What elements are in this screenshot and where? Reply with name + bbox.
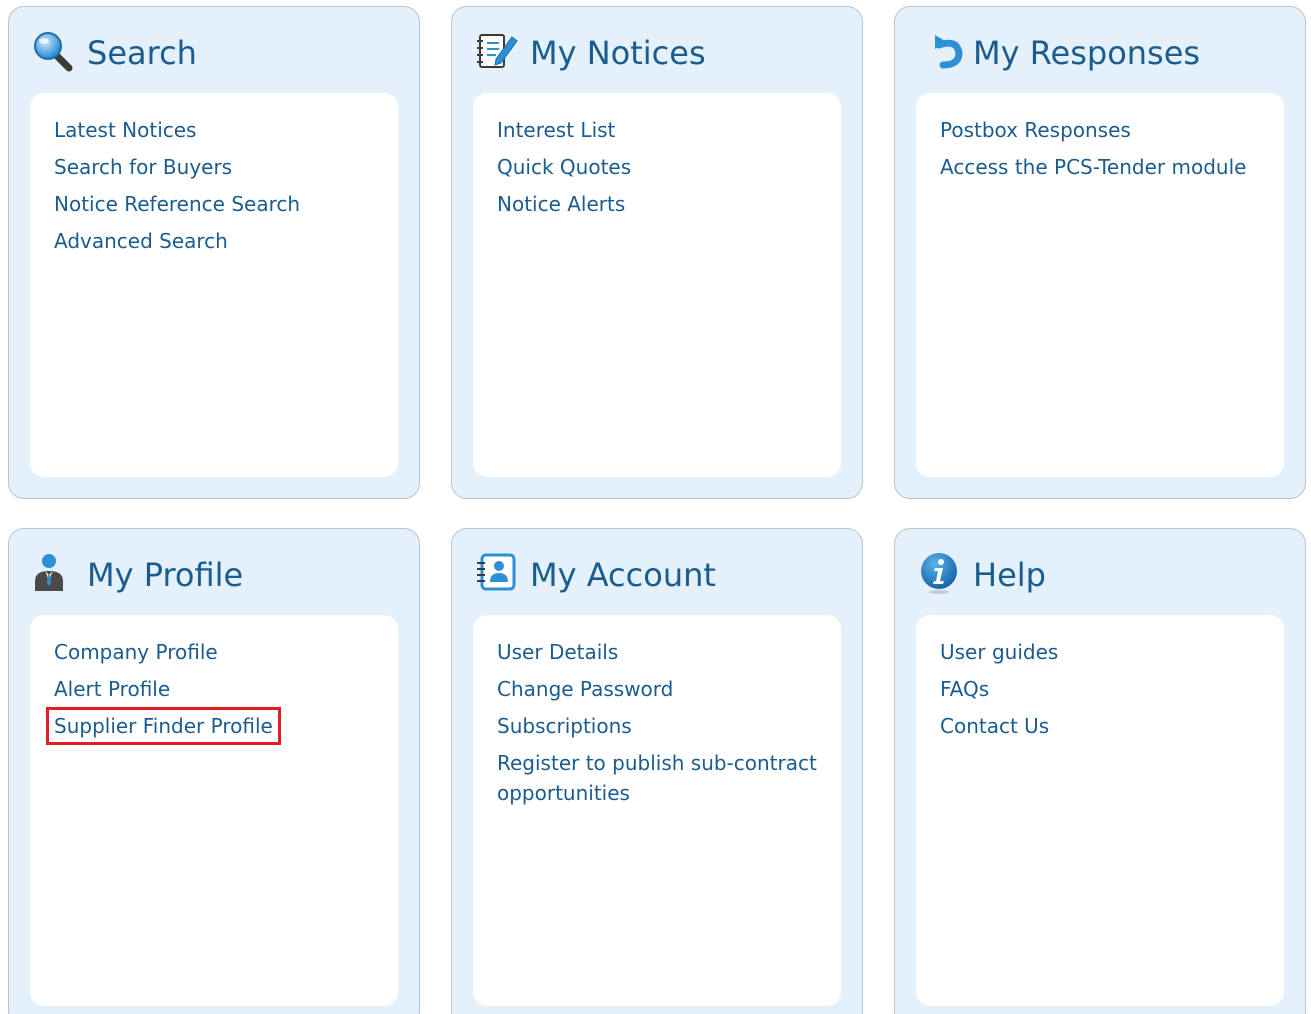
list-item: Postbox Responses [940, 115, 1260, 145]
account-panel-header: My Account [452, 529, 862, 617]
notepad-pencil-icon [474, 29, 518, 73]
profile-panel-header: My Profile [9, 529, 419, 617]
search-link-list: Latest Notices Search for Buyers Notice … [54, 115, 374, 256]
list-item: Notice Reference Search [54, 189, 374, 219]
list-item: Advanced Search [54, 226, 374, 256]
interest-list-link[interactable]: Interest List [497, 118, 615, 142]
profile-panel: My Profile Company Profile Alert Profile… [8, 528, 420, 1014]
subscriptions-link[interactable]: Subscriptions [497, 714, 632, 738]
profile-panel-title: My Profile [87, 556, 244, 594]
list-item: Supplier Finder Profile [46, 707, 374, 745]
advanced-search-link[interactable]: Advanced Search [54, 229, 228, 253]
help-panel-body: User guides FAQs Contact Us [916, 615, 1284, 1006]
account-link-list: User Details Change Password Subscriptio… [497, 637, 817, 808]
list-item: Subscriptions [497, 711, 817, 741]
list-item: User Details [497, 637, 817, 667]
list-item: Alert Profile [54, 674, 374, 704]
profile-panel-body: Company Profile Alert Profile Supplier F… [30, 615, 398, 1006]
contact-card-icon [474, 551, 518, 595]
search-panel-body: Latest Notices Search for Buyers Notice … [30, 93, 398, 477]
account-panel: My Account User Details Change Password … [451, 528, 863, 1014]
company-profile-link[interactable]: Company Profile [54, 640, 218, 664]
pcs-tender-module-link[interactable]: Access the PCS-Tender module [940, 155, 1246, 179]
list-item: User guides [940, 637, 1260, 667]
account-panel-title: My Account [530, 556, 716, 594]
register-sub-contract-link[interactable]: Register to publish sub-contract opportu… [497, 751, 817, 805]
list-item: FAQs [940, 674, 1260, 704]
list-item: Contact Us [940, 711, 1260, 741]
postbox-responses-link[interactable]: Postbox Responses [940, 118, 1131, 142]
notices-panel-body: Interest List Quick Quotes Notice Alerts [473, 93, 841, 477]
profile-link-list: Company Profile Alert Profile Supplier F… [46, 637, 374, 745]
change-password-link[interactable]: Change Password [497, 677, 673, 701]
user-details-link[interactable]: User Details [497, 640, 618, 664]
list-item: Notice Alerts [497, 189, 817, 219]
info-icon [919, 551, 963, 595]
supplier-finder-profile-link[interactable]: Supplier Finder Profile [46, 707, 281, 745]
list-item: Quick Quotes [497, 152, 817, 182]
responses-link-list: Postbox Responses Access the PCS-Tender … [940, 115, 1260, 182]
notice-reference-search-link[interactable]: Notice Reference Search [54, 192, 300, 216]
responses-panel-body: Postbox Responses Access the PCS-Tender … [916, 93, 1284, 477]
alert-profile-link[interactable]: Alert Profile [54, 677, 170, 701]
help-panel-title: Help [973, 556, 1046, 594]
contact-us-link[interactable]: Contact Us [940, 714, 1049, 738]
quick-quotes-link[interactable]: Quick Quotes [497, 155, 631, 179]
responses-panel-title: My Responses [973, 34, 1201, 72]
search-panel-header: Search [9, 7, 419, 95]
search-panel-title: Search [87, 34, 197, 72]
account-panel-body: User Details Change Password Subscriptio… [473, 615, 841, 1006]
faqs-link[interactable]: FAQs [940, 677, 989, 701]
list-item: Access the PCS-Tender module [940, 152, 1260, 182]
search-panel: Search Latest Notices Search for Buyers … [8, 6, 420, 499]
notices-link-list: Interest List Quick Quotes Notice Alerts [497, 115, 817, 219]
list-item: Register to publish sub-contract opportu… [497, 748, 817, 808]
user-guides-link[interactable]: User guides [940, 640, 1058, 664]
latest-notices-link[interactable]: Latest Notices [54, 118, 196, 142]
list-item: Latest Notices [54, 115, 374, 145]
notices-panel-title: My Notices [530, 34, 706, 72]
list-item: Search for Buyers [54, 152, 374, 182]
dashboard-grid: Search Latest Notices Search for Buyers … [0, 0, 1311, 1014]
magnifier-icon [31, 29, 75, 73]
list-item: Interest List [497, 115, 817, 145]
return-arrow-icon [925, 29, 969, 73]
notices-panel-header: My Notices [452, 7, 862, 95]
responses-panel: My Responses Postbox Responses Access th… [894, 6, 1306, 499]
notices-panel: My Notices Interest List Quick Quotes No… [451, 6, 863, 499]
search-for-buyers-link[interactable]: Search for Buyers [54, 155, 232, 179]
list-item: Company Profile [54, 637, 374, 667]
help-panel-header: Help [895, 529, 1305, 617]
notice-alerts-link[interactable]: Notice Alerts [497, 192, 625, 216]
person-icon [31, 551, 75, 595]
help-link-list: User guides FAQs Contact Us [940, 637, 1260, 741]
responses-panel-header: My Responses [895, 7, 1305, 95]
list-item: Change Password [497, 674, 817, 704]
help-panel: Help User guides FAQs Contact Us [894, 528, 1306, 1014]
